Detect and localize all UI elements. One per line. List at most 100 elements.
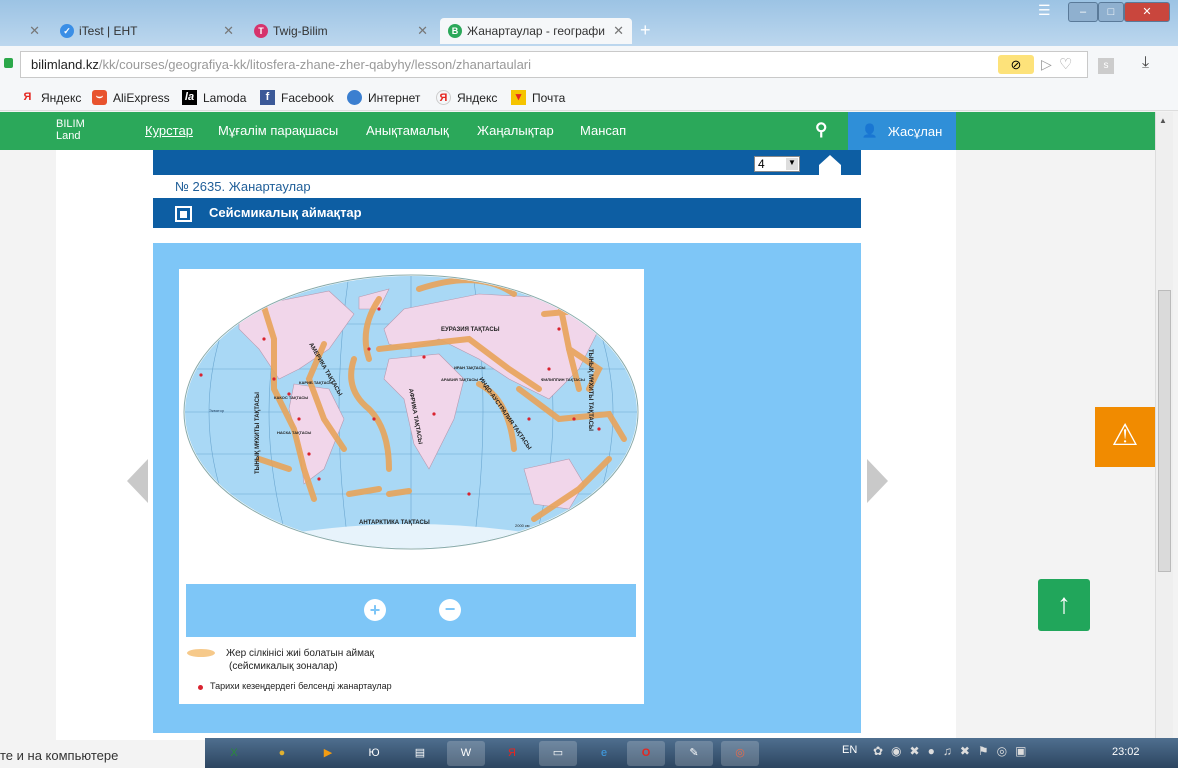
scroll-up-icon: ▲ bbox=[1159, 116, 1167, 125]
zoom-in-icon[interactable]: + bbox=[364, 599, 386, 621]
minimize-button[interactable]: – bbox=[1068, 2, 1098, 22]
maximize-button[interactable]: □ bbox=[1098, 2, 1124, 22]
section-icon bbox=[175, 206, 192, 222]
legend-volcano: Тарихи кезеңдердегі белсенді жанартаулар bbox=[210, 681, 392, 691]
legend-seismic: Жер сілкінісі жиі болатын аймақ (сейсмика… bbox=[226, 648, 374, 672]
bookmark-yandex-2[interactable]: Я Яндекс bbox=[436, 90, 497, 105]
bookmark-label: Яндекс bbox=[41, 90, 82, 105]
close-tab-icon[interactable]: ✕ bbox=[223, 23, 234, 39]
next-slide-arrow[interactable] bbox=[867, 459, 888, 503]
close-tab-icon[interactable]: ✕ bbox=[417, 23, 428, 39]
svg-text:ТЫНЫҚ МҰХИТЫ ТАҚТАСЫ: ТЫНЫҚ МҰХИТЫ ТАҚТАСЫ bbox=[587, 349, 593, 431]
bookmark-label: AliExpress bbox=[113, 90, 170, 105]
page-select[interactable]: 4 ▼ bbox=[754, 156, 800, 172]
home-menu-icon[interactable] bbox=[819, 155, 841, 175]
search-icon[interactable]: ⚲ bbox=[815, 120, 827, 140]
nav-mugalim[interactable]: Мұғалім парақшасы bbox=[218, 123, 338, 138]
window-taskbar-icon[interactable]: ▤ bbox=[401, 741, 439, 766]
user-button[interactable]: 👤 Жасұлан bbox=[848, 112, 956, 150]
tab[interactable]: ✕ bbox=[0, 18, 48, 44]
app-taskbar-icon[interactable]: Ю bbox=[355, 741, 393, 766]
zoom-out-icon[interactable]: − bbox=[439, 599, 461, 621]
nav-zhanalyktar[interactable]: Жаңалықтар bbox=[477, 123, 554, 138]
svg-text:2000 км: 2000 км bbox=[515, 523, 530, 528]
scroll-to-top-button[interactable]: ↑ bbox=[1038, 579, 1090, 631]
url-path: /kk/courses/geografiya-kk/litosfera-zhan… bbox=[98, 57, 532, 72]
scrollbar-thumb[interactable] bbox=[1158, 290, 1171, 572]
nav-anyktamalyk[interactable]: Анықтамалық bbox=[366, 123, 449, 138]
explorer-taskbar-icon[interactable]: ▭ bbox=[539, 741, 577, 766]
svg-text:КАРИБ ТАҚТАСЫ: КАРИБ ТАҚТАСЫ bbox=[299, 380, 333, 385]
download-icon[interactable]: ⤓ bbox=[1142, 54, 1149, 72]
tab-label: Жанартаулар - географи bbox=[467, 24, 606, 38]
language-indicator[interactable]: EN bbox=[842, 744, 857, 756]
svg-text:КАКОС ТАҚТАСЫ: КАКОС ТАҚТАСЫ bbox=[274, 395, 308, 400]
bookmark-lamoda[interactable]: la Lamoda bbox=[182, 90, 246, 105]
twig-favicon-icon: T bbox=[254, 24, 268, 38]
close-tab-icon[interactable]: ✕ bbox=[613, 23, 624, 39]
bookmark-facebook[interactable]: f Facebook bbox=[260, 90, 334, 105]
seismic-map-figure: ЕУРАЗИЯ ТАҚТАСЫ АФРИКА ТАҚТАСЫ ИНДО-АУСТ… bbox=[179, 269, 644, 704]
mail-icon: ▾ bbox=[511, 90, 526, 105]
yandex-taskbar-icon[interactable]: Я bbox=[493, 741, 531, 766]
nav-kurstar[interactable]: Курстар bbox=[145, 123, 193, 138]
excel-taskbar-icon[interactable]: X bbox=[215, 741, 253, 766]
block-icon[interactable]: ⊘ bbox=[998, 55, 1034, 74]
chevron-down-icon: ▼ bbox=[786, 158, 798, 170]
world-map[interactable]: ЕУРАЗИЯ ТАҚТАСЫ АФРИКА ТАҚТАСЫ ИНДО-АУСТ… bbox=[179, 269, 644, 569]
tool-taskbar-icon[interactable]: ✎ bbox=[675, 741, 713, 766]
svg-text:ЕУРАЗИЯ ТАҚТАСЫ: ЕУРАЗИЯ ТАҚТАСЫ bbox=[441, 327, 500, 333]
bookmark-pochta[interactable]: ▾ Почта bbox=[511, 90, 565, 105]
itest-favicon-icon: ✓ bbox=[60, 24, 74, 38]
ie-taskbar-icon[interactable]: e bbox=[585, 741, 623, 766]
pdf-taskbar-icon[interactable]: ◎ bbox=[721, 741, 759, 766]
new-tab-button[interactable]: + bbox=[640, 20, 651, 41]
url-domain: bilimland.kz bbox=[31, 57, 99, 72]
user-name: Жасұлан bbox=[887, 123, 943, 139]
chrome-taskbar-icon[interactable]: ● bbox=[263, 741, 301, 766]
media-player-taskbar-icon[interactable]: ▶ bbox=[309, 741, 347, 766]
tab-label: Twig-Bilim bbox=[273, 24, 328, 38]
nav-mansap[interactable]: Мансап bbox=[580, 123, 626, 138]
prev-slide-arrow[interactable] bbox=[127, 459, 148, 503]
browser-tab-strip: ✕ ✓ iTest | ЕНТ ✕ T Twig-Bilim ✕ B Жанартаула… bbox=[0, 0, 1178, 46]
share-icon[interactable]: ▷ bbox=[1041, 52, 1052, 77]
site-nav: BILIM Land Курстар Мұғалім парақшасы Анық… bbox=[0, 112, 1155, 150]
extension-button[interactable]: s bbox=[1098, 58, 1114, 74]
system-tray-icons[interactable]: ✿◉✖●♫✖⚑◎▣ bbox=[873, 744, 1034, 758]
bookmark-label: Facebook bbox=[281, 90, 334, 105]
bookmark-label: Почта bbox=[532, 90, 566, 105]
bookmark-internet[interactable]: Интернет bbox=[347, 90, 420, 105]
svg-text:ФИЛИППИН ТАҚТАСЫ: ФИЛИППИН ТАҚТАСЫ bbox=[541, 377, 585, 382]
bookmark-label: Lamoda bbox=[203, 90, 247, 105]
facebook-icon: f bbox=[260, 90, 275, 105]
bookmark-label: Яндекс bbox=[457, 90, 498, 105]
bookmark-aliexpress[interactable]: ⌣ AliExpress bbox=[92, 90, 170, 105]
url-input[interactable]: bilimland.kz/kk/courses/geografiya-kk/li… bbox=[20, 51, 1088, 78]
clock[interactable]: 23:02 bbox=[1112, 746, 1140, 758]
page-footer-text: те и на компьютере bbox=[0, 748, 119, 763]
favorite-heart-icon[interactable]: ♡ bbox=[1059, 52, 1072, 77]
yandex-browser-icon: Я bbox=[436, 90, 451, 105]
tab-twig[interactable]: T Twig-Bilim ✕ bbox=[246, 18, 436, 44]
close-tab-icon[interactable]: ✕ bbox=[29, 23, 40, 39]
close-window-button[interactable]: ✕ bbox=[1124, 2, 1170, 22]
report-warning-button[interactable]: ⚠ bbox=[1095, 407, 1155, 467]
seismic-zone-legend-swatch bbox=[187, 649, 215, 657]
svg-text:ТЫНЫҚ МҰХИТЫ ТАҚТАСЫ: ТЫНЫҚ МҰХИТЫ ТАҚТАСЫ bbox=[255, 392, 261, 474]
aliexpress-icon: ⌣ bbox=[92, 90, 107, 105]
lesson-title: № 2635. Жанартаулар bbox=[175, 179, 311, 194]
svg-text:АРАБИЯ ТАҚТАСЫ: АРАБИЯ ТАҚТАСЫ bbox=[441, 377, 478, 382]
tab-zhanartaular[interactable]: B Жанартаулар - географи ✕ bbox=[440, 18, 632, 44]
bilimland-logo[interactable]: BILIM Land bbox=[56, 118, 85, 142]
word-taskbar-icon[interactable]: W bbox=[447, 741, 485, 766]
page-scrollbar[interactable]: ▲ bbox=[1155, 112, 1173, 738]
tab-itest[interactable]: ✓ iTest | ЕНТ ✕ bbox=[52, 18, 242, 44]
zoom-controls: + − bbox=[186, 584, 636, 637]
svg-text:НАСКА ТАҚТАСЫ: НАСКА ТАҚТАСЫ bbox=[277, 430, 311, 435]
opera-taskbar-icon[interactable]: O bbox=[627, 741, 665, 766]
globe-icon bbox=[347, 90, 362, 105]
bookmark-yandex[interactable]: Я Яндекс bbox=[20, 90, 82, 105]
menu-icon[interactable]: ☰ bbox=[1038, 2, 1051, 19]
yandex-icon: Я bbox=[23, 91, 32, 103]
